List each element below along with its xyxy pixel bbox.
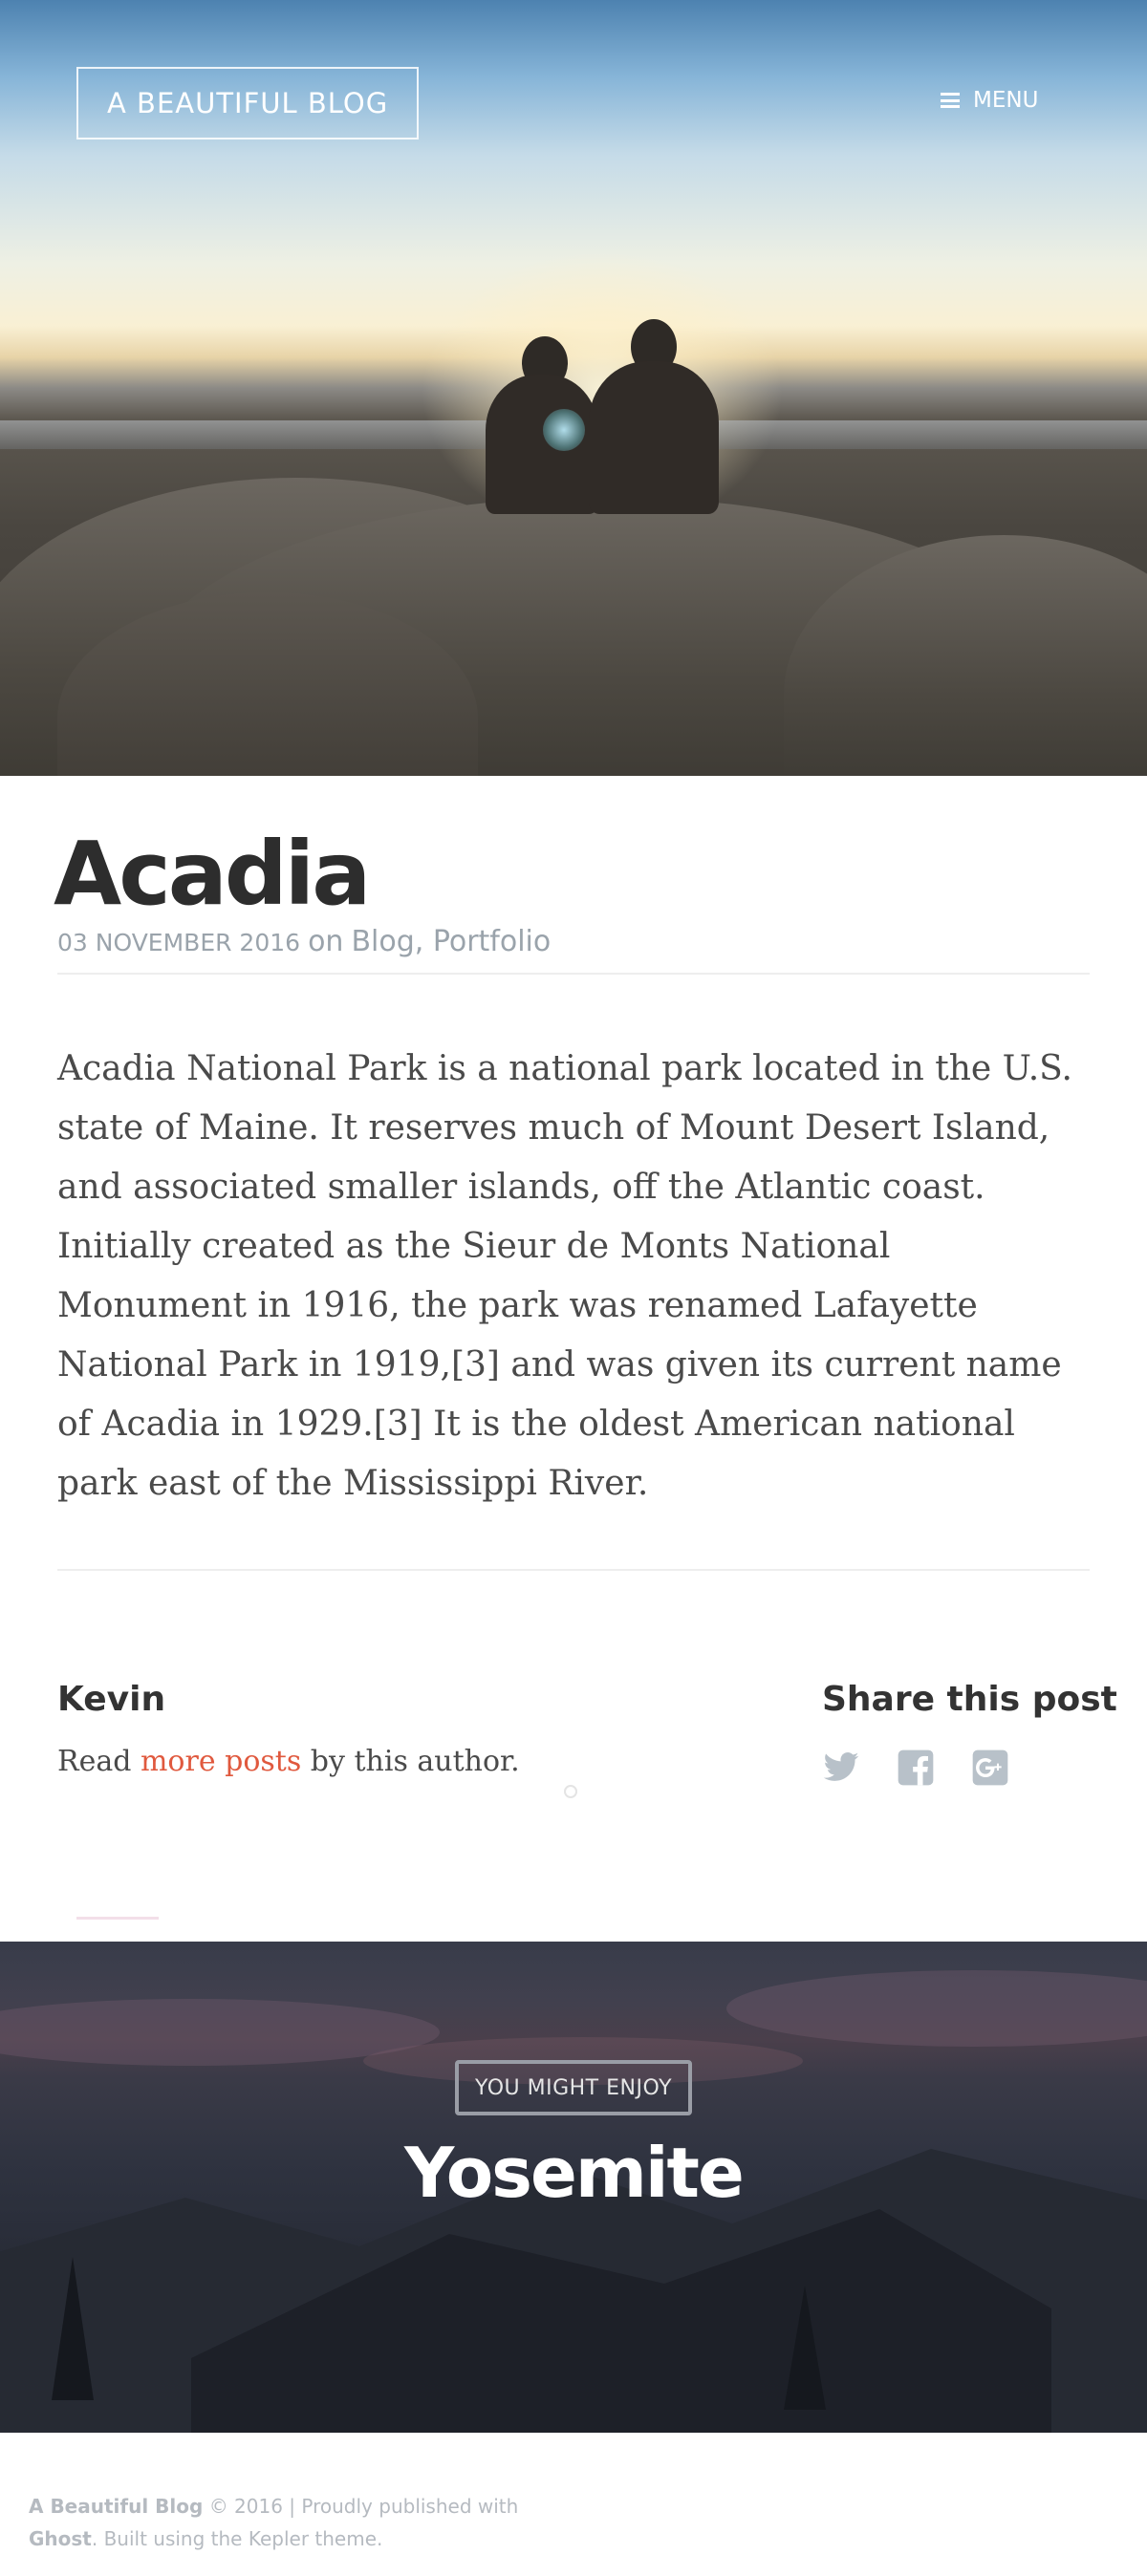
author-read-prefix: Read bbox=[57, 1745, 132, 1778]
more-posts-link[interactable]: more posts bbox=[141, 1745, 301, 1778]
cloud bbox=[726, 1970, 1147, 2047]
meta-divider bbox=[57, 973, 1090, 975]
share-icons bbox=[822, 1749, 1009, 1787]
footer-site-link[interactable]: A Beautiful Blog bbox=[29, 2495, 203, 2518]
person-right bbox=[589, 319, 719, 514]
read-next-title[interactable]: Yosemite bbox=[0, 2133, 1147, 2213]
author-name: Kevin bbox=[57, 1680, 166, 1719]
post-meta: 03 NOVEMBER 2016 on Blog, Portfolio bbox=[57, 925, 551, 958]
tree bbox=[52, 2257, 94, 2400]
menu-button[interactable]: MENU bbox=[941, 84, 1038, 117]
facebook-icon[interactable] bbox=[897, 1749, 935, 1787]
footer-theme-note: . Built using the Kepler theme. bbox=[91, 2527, 383, 2550]
loading-dot bbox=[564, 1785, 577, 1798]
accent-line bbox=[76, 1917, 159, 1920]
hamburger-icon bbox=[941, 93, 960, 108]
site-footer: A Beautiful Blog © 2016 | Proudly publis… bbox=[29, 2490, 526, 2555]
post-on-word: on bbox=[308, 925, 344, 958]
site-brand[interactable]: A BEAUTIFUL BLOG bbox=[76, 67, 420, 140]
hero-image: A BEAUTIFUL BLOG MENU bbox=[0, 0, 1147, 776]
read-next-label: YOU MIGHT ENJOY bbox=[455, 2060, 692, 2115]
share-title: Share this post bbox=[822, 1680, 1117, 1719]
google-plus-icon[interactable] bbox=[971, 1749, 1009, 1787]
post-tags-link[interactable]: Blog, Portfolio bbox=[351, 925, 551, 958]
twitter-icon[interactable] bbox=[822, 1749, 860, 1787]
menu-label: MENU bbox=[973, 88, 1039, 113]
author-line: Read more posts by this author. bbox=[57, 1745, 520, 1778]
post-date: 03 NOVEMBER 2016 bbox=[57, 929, 301, 956]
content-divider bbox=[57, 1569, 1090, 1571]
post-title: Acadia bbox=[54, 823, 371, 925]
footer-copyright: © 2016 | Proudly published with bbox=[208, 2495, 519, 2518]
tree bbox=[784, 2286, 826, 2410]
footer-ghost-link[interactable]: Ghost bbox=[29, 2527, 92, 2550]
author-read-suffix: by this author. bbox=[310, 1745, 520, 1778]
post-body: Acadia National Park is a national park … bbox=[57, 1049, 1072, 1503]
lens-flare bbox=[543, 409, 585, 451]
